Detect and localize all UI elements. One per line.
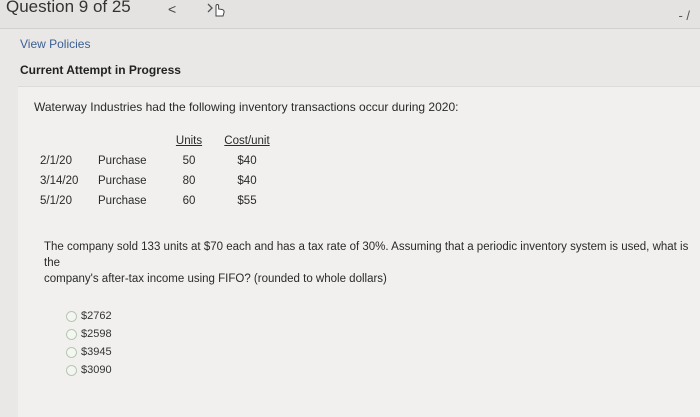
answer-option[interactable]: $2762 <box>66 307 112 325</box>
header-type <box>98 131 166 151</box>
answer-option-label: $2762 <box>81 310 112 322</box>
answer-option[interactable]: $2598 <box>66 325 112 343</box>
question-header: Question 9 of 25 < - / <box>0 0 700 29</box>
row-type: Purchase <box>98 195 147 207</box>
row-cost: $40 <box>237 175 257 187</box>
radio-button[interactable] <box>66 310 77 322</box>
answer-option[interactable]: $3945 <box>66 343 112 361</box>
row-units: 50 <box>182 155 196 167</box>
header-cost: Cost/unit <box>224 135 270 147</box>
row-cost: $40 <box>237 155 257 167</box>
row-type: Purchase <box>98 155 147 167</box>
answer-option[interactable]: $3090 <box>66 361 112 379</box>
question-prompt-line: The company sold 133 units at $70 each a… <box>44 241 689 269</box>
answer-options: $2762 $2598 $3945 $3090 <box>66 307 112 379</box>
table-row: 3/14/20 Purchase 80 $40 <box>40 171 282 191</box>
inventory-table: Units Cost/unit 2/1/20 Purchase 50 $40 3… <box>40 131 282 211</box>
answer-option-label: $3945 <box>81 346 112 358</box>
pointer-cursor-icon <box>207 3 225 17</box>
radio-button[interactable] <box>66 364 77 376</box>
question-title: Question 9 of 25 <box>6 0 131 16</box>
table-header-row: Units Cost/unit <box>40 131 282 151</box>
row-units: 80 <box>182 175 196 187</box>
row-date: 2/1/20 <box>40 155 72 167</box>
row-units: 60 <box>182 195 196 207</box>
row-cost: $55 <box>237 195 257 207</box>
row-type: Purchase <box>98 175 147 187</box>
header-units: Units <box>175 135 203 147</box>
question-prompt-line: company's after-tax income using FIFO? (… <box>44 273 387 285</box>
question-stem: Waterway Industries had the following in… <box>34 100 459 114</box>
header-date <box>40 131 98 151</box>
row-date: 3/14/20 <box>40 175 79 187</box>
row-date: 5/1/20 <box>40 195 72 207</box>
previous-question-button[interactable]: < <box>168 1 176 17</box>
attempt-status: Current Attempt in Progress <box>20 63 181 77</box>
answer-option-label: $3090 <box>81 364 112 376</box>
answer-option-label: $2598 <box>81 328 112 340</box>
table-row: 5/1/20 Purchase 60 $55 <box>40 191 282 211</box>
next-question-button[interactable] <box>206 0 228 18</box>
score-display: - / <box>678 8 690 23</box>
view-policies-link[interactable]: View Policies <box>20 37 90 51</box>
table-row: 2/1/20 Purchase 50 $40 <box>40 151 282 171</box>
question-prompt: The company sold 133 units at $70 each a… <box>44 239 700 287</box>
radio-button[interactable] <box>66 328 77 340</box>
radio-button[interactable] <box>66 346 77 358</box>
